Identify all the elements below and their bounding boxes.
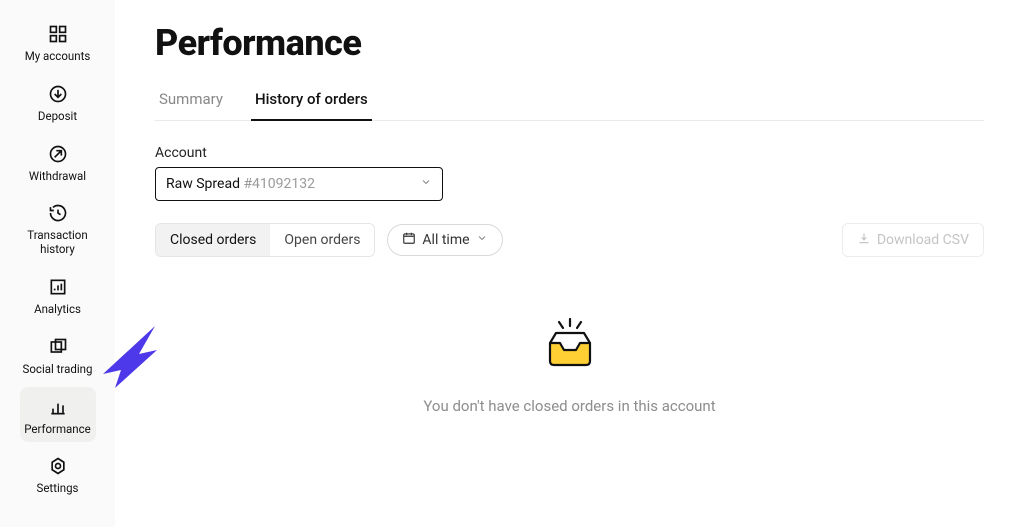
sidebar-item-settings[interactable]: Settings bbox=[20, 446, 96, 502]
chevron-down-icon bbox=[476, 232, 488, 248]
empty-message: You don't have closed orders in this acc… bbox=[423, 397, 715, 415]
sidebar-item-withdrawal[interactable]: Withdrawal bbox=[20, 134, 96, 190]
tab-summary[interactable]: Summary bbox=[155, 82, 227, 120]
sidebar-item-label: Analytics bbox=[34, 303, 81, 317]
open-orders-button[interactable]: Open orders bbox=[270, 224, 374, 256]
history-icon bbox=[47, 202, 69, 224]
sidebar-item-social-trading[interactable]: Social trading bbox=[20, 327, 96, 383]
withdrawal-icon bbox=[47, 143, 69, 165]
sidebar-item-transaction-history[interactable]: Transaction history bbox=[20, 193, 96, 263]
analytics-icon bbox=[47, 276, 69, 298]
tabs: Summary History of orders bbox=[155, 82, 984, 121]
download-csv-button[interactable]: Download CSV bbox=[842, 223, 984, 257]
settings-icon bbox=[47, 455, 69, 477]
sidebar-item-label: Settings bbox=[37, 482, 79, 496]
empty-tray-icon bbox=[542, 317, 598, 377]
sidebar-item-label: Performance bbox=[24, 423, 91, 437]
calendar-icon bbox=[402, 231, 416, 249]
account-label: Account bbox=[155, 145, 984, 161]
accounts-icon bbox=[47, 23, 69, 45]
time-range-label: All time bbox=[422, 232, 469, 248]
time-range-button[interactable]: All time bbox=[387, 224, 502, 256]
chevron-down-icon bbox=[420, 176, 432, 192]
main-content: Performance Summary History of orders Ac… bbox=[115, 0, 1024, 527]
download-icon bbox=[857, 231, 871, 249]
sidebar-item-performance[interactable]: Performance bbox=[20, 387, 96, 443]
sidebar-item-label: My accounts bbox=[25, 50, 91, 64]
account-select[interactable]: Raw Spread #41092132 bbox=[155, 167, 443, 201]
account-field: Account Raw Spread #41092132 bbox=[155, 145, 984, 201]
deposit-icon bbox=[47, 83, 69, 105]
sidebar-item-label: Withdrawal bbox=[29, 170, 86, 184]
social-trading-icon bbox=[47, 336, 69, 358]
performance-icon bbox=[47, 396, 69, 418]
order-type-segmented: Closed orders Open orders bbox=[155, 223, 375, 257]
filter-row: Closed orders Open orders All time Downl… bbox=[155, 223, 984, 257]
sidebar-item-label: Deposit bbox=[38, 110, 77, 124]
closed-orders-button[interactable]: Closed orders bbox=[156, 224, 270, 256]
download-csv-label: Download CSV bbox=[877, 232, 969, 248]
page-title: Performance bbox=[155, 22, 984, 64]
sidebar-item-deposit[interactable]: Deposit bbox=[20, 74, 96, 130]
sidebar-item-analytics[interactable]: Analytics bbox=[20, 267, 96, 323]
sidebar-item-label: Social trading bbox=[23, 363, 93, 377]
account-select-value: Raw Spread #41092132 bbox=[166, 176, 315, 192]
empty-state: You don't have closed orders in this acc… bbox=[155, 317, 984, 415]
sidebar: My accounts Deposit Withdrawal Transacti… bbox=[0, 0, 115, 527]
sidebar-item-label: Transaction history bbox=[20, 229, 96, 257]
tab-history-of-orders[interactable]: History of orders bbox=[251, 82, 372, 120]
sidebar-item-my-accounts[interactable]: My accounts bbox=[20, 14, 96, 70]
